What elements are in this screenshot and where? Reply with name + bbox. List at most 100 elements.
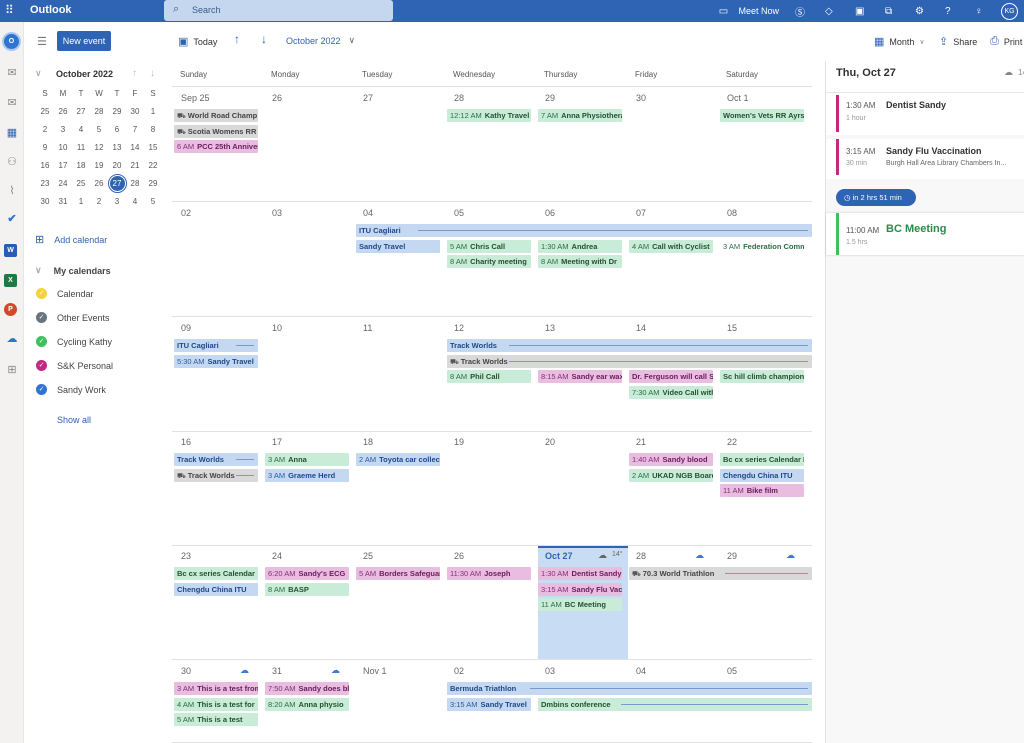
mini-day[interactable]: 10 <box>54 139 72 157</box>
calendar-event[interactable]: 4 AM Call with Cyclist <box>629 239 713 253</box>
day-number[interactable]: 29 <box>727 551 737 561</box>
calendar-event[interactable]: 8:20 AM Anna physio <box>265 697 349 711</box>
calendar-event[interactable]: 8 AM Charity meeting <box>447 255 531 268</box>
mini-day[interactable]: 25 <box>72 175 90 193</box>
calendar-event[interactable]: Dr. Ferguson will call Sandy <box>629 370 713 383</box>
day-number[interactable]: 21 <box>636 437 646 447</box>
mini-day[interactable]: 4 <box>126 193 144 211</box>
mini-day[interactable]: 30 <box>36 193 54 211</box>
day-number[interactable]: 26 <box>454 551 464 561</box>
calendar-event[interactable]: 6 AMPCC 25th Anniversary <box>174 140 258 153</box>
tips-lightbulb-icon[interactable]: ♀ <box>975 6 989 17</box>
day-number[interactable]: 29 <box>545 93 555 103</box>
calendar-event[interactable]: Track Worlds <box>174 453 258 466</box>
day-number[interactable]: 18 <box>363 437 373 447</box>
mini-day[interactable]: 16 <box>36 157 54 175</box>
next-arrow-icon[interactable]: ↓ <box>261 32 267 46</box>
day-number[interactable]: 15 <box>727 323 737 333</box>
calendar-item[interactable]: ✓ Other Events <box>36 312 110 323</box>
my-calendars-header[interactable]: ∨ My calendars <box>35 265 111 276</box>
day-number[interactable]: 28 <box>636 551 646 561</box>
help-icon[interactable]: ? <box>945 6 959 17</box>
day-number[interactable]: 26 <box>272 93 282 103</box>
mini-day[interactable]: 27 <box>72 103 90 121</box>
new-event-button[interactable]: New event <box>57 31 111 51</box>
calendar-event[interactable]: 3 AM This is a test from <box>174 682 258 695</box>
view-switcher[interactable]: ▦ Month ∨ <box>874 35 925 48</box>
day-number[interactable]: 30 <box>181 666 191 676</box>
calendar-event[interactable]: 5 AMBorders Safeguarding <box>356 567 440 580</box>
calendar-item[interactable]: ✓ Cycling Kathy <box>36 336 112 347</box>
previous-month-arrow-icon[interactable]: ↑ <box>132 68 137 79</box>
todo-check-icon[interactable]: ✔ <box>4 212 20 226</box>
app-launcher-icon[interactable]: ⠿ <box>5 4 17 16</box>
calendar-event[interactable]: 12:12 AM Kathy Travel <box>447 109 531 122</box>
calendar-item[interactable]: ✓ Sandy Work <box>36 384 106 395</box>
outlook-app-icon[interactable]: O <box>2 32 21 51</box>
skype-icon[interactable]: Ⓢ <box>795 4 809 19</box>
day-number[interactable]: Oct 1 <box>727 93 749 103</box>
next-month-arrow-icon[interactable]: ↓ <box>150 68 155 79</box>
day-number[interactable]: 07 <box>636 208 646 218</box>
mini-day[interactable]: 15 <box>144 139 162 157</box>
day-number[interactable]: 16 <box>181 437 191 447</box>
today-button[interactable]: ▣ Today <box>178 35 217 48</box>
day-number[interactable]: 03 <box>272 208 282 218</box>
mini-day[interactable]: 12 <box>90 139 108 157</box>
day-number[interactable]: 20 <box>545 437 555 447</box>
day-number[interactable]: 02 <box>181 208 191 218</box>
month-picker[interactable]: October 2022 ∨ <box>286 35 355 46</box>
calendar-check-icon[interactable]: ✓ <box>36 288 47 299</box>
calendar-event[interactable]: ⛟ Scotia Womens RR <box>174 124 258 138</box>
calendar-event[interactable]: 8 AM Meeting with Dr <box>538 255 622 268</box>
mini-day[interactable]: 30 <box>126 103 144 121</box>
mini-day[interactable]: 24 <box>54 175 72 193</box>
calendar-event[interactable]: 8 AM Phil Call <box>447 370 531 383</box>
calendar-event[interactable]: Sandy Travel <box>356 239 440 253</box>
day-number[interactable]: 06 <box>545 208 555 218</box>
premium-diamond-icon[interactable]: ◇ <box>825 6 839 17</box>
calendar-event[interactable]: 6:20 AM Sandy's ECG <box>265 567 349 580</box>
calendar-check-icon[interactable]: ✓ <box>36 360 47 371</box>
settings-gear-icon[interactable]: ⚙ <box>915 6 929 17</box>
calendar-event[interactable]: ⛟ Track Worlds <box>447 354 812 368</box>
mini-day[interactable]: 1 <box>144 103 162 121</box>
mini-day[interactable]: 6 <box>108 121 126 139</box>
more-apps-icon[interactable]: ⊞ <box>4 363 20 377</box>
day-number[interactable]: 10 <box>272 323 282 333</box>
calendar-event[interactable]: 5 AM Chris Call <box>447 239 531 253</box>
calendar-event[interactable]: 7:50 AMSandy does bloods <box>265 682 349 695</box>
day-number[interactable]: 04 <box>636 666 646 676</box>
mini-day-selected[interactable]: 27 <box>107 174 127 193</box>
powerpoint-icon[interactable]: P <box>4 303 17 316</box>
mini-day[interactable]: 25 <box>36 103 54 121</box>
mini-day[interactable]: 9 <box>36 139 54 157</box>
mini-day[interactable]: 23 <box>36 175 54 193</box>
add-calendar-button[interactable]: ⊞ Add calendar <box>35 233 107 246</box>
calendar-event[interactable]: Chengdu China ITU <box>720 468 804 482</box>
day-number[interactable]: 14 <box>636 323 646 333</box>
day-number[interactable]: Sep 25 <box>181 93 210 103</box>
office-icon[interactable]: ▣ <box>855 6 869 17</box>
feedback-icon[interactable]: ⧉ <box>885 6 899 17</box>
day-number[interactable]: 31 <box>272 666 282 676</box>
mini-day[interactable]: 5 <box>144 193 162 211</box>
day-number[interactable]: 17 <box>272 437 282 447</box>
onedrive-cloud-icon[interactable]: ☁ <box>4 332 20 346</box>
calendar-event[interactable]: 1:40 AM Sandy blood <box>629 453 713 466</box>
mail-icon[interactable]: ✉ <box>4 66 20 80</box>
mini-day[interactable]: 2 <box>36 121 54 139</box>
day-number[interactable]: 22 <box>727 437 737 447</box>
calendar-event[interactable]: ⛟ 70.3 World Triathlon <box>629 567 812 580</box>
mini-day[interactable]: 26 <box>54 103 72 121</box>
attachment-icon[interactable]: ⌇ <box>4 184 20 198</box>
day-number[interactable]: 19 <box>454 437 464 447</box>
agenda-item[interactable]: 11:00 AM 1.5 hrs BC Meeting <box>826 213 1024 255</box>
calendar-event[interactable]: 11:30 AM Joseph <box>447 567 531 580</box>
calendar-event[interactable]: 1:30 AM Dentist Sandy <box>538 567 622 580</box>
calendar-event[interactable]: ⛟ World Road Champ <box>174 109 258 122</box>
calendar-event[interactable]: 7:30 AM Video Call with <box>629 385 713 399</box>
day-number[interactable]: Oct 27 <box>545 551 573 561</box>
mini-day[interactable]: 5 <box>90 121 108 139</box>
day-number[interactable]: 09 <box>181 323 191 333</box>
